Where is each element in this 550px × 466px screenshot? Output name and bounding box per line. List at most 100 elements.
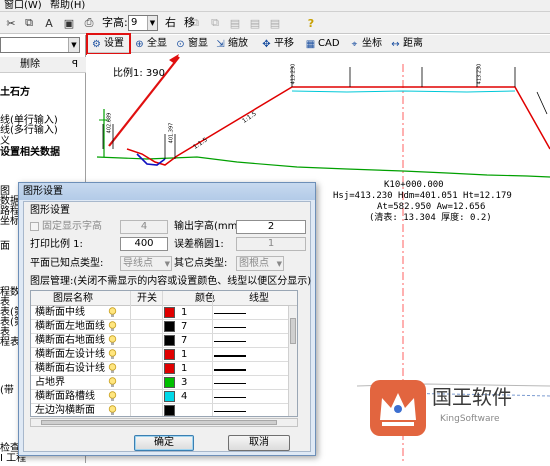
delete-button[interactable]: 删除: [20, 58, 40, 71]
layer-name: 横断面路槽线: [35, 391, 95, 402]
toolbar-label: 距离: [403, 38, 423, 49]
color-swatch[interactable]: [164, 307, 175, 318]
text-icon[interactable]: A: [40, 14, 58, 32]
dialog-body: 图形设置 固定显示字高 4 输出字高(mm) 2 打印比例 1: 400 误差椭…: [23, 201, 311, 452]
toolbar-cad-button[interactable]: ▦ CAD: [305, 37, 340, 51]
lightbulb-icon[interactable]: [108, 335, 117, 346]
elev-label: 402.689: [106, 112, 113, 134]
color-swatch[interactable]: [164, 377, 175, 388]
left-panel-item[interactable]: 设置相关数据: [0, 147, 60, 159]
col-linetype[interactable]: 线型: [249, 292, 269, 305]
other-point-label: 其它点类型:: [174, 258, 228, 269]
copy-icon[interactable]: ⧉: [20, 14, 38, 32]
linetype-sample[interactable]: [214, 327, 246, 328]
chevron-down-icon: ▼: [68, 38, 79, 52]
print-icon[interactable]: ⎙: [80, 14, 98, 32]
layer-row[interactable]: 占地界 3: [31, 376, 289, 390]
col-layer-name[interactable]: 图层名称: [53, 292, 93, 305]
lightbulb-icon[interactable]: [108, 349, 117, 360]
align-right-button[interactable]: 右: [165, 16, 176, 30]
plane-known-select[interactable]: 导线点 ▼: [120, 256, 172, 271]
pin-icon[interactable]: ꟼ: [72, 58, 78, 71]
lightbulb-icon[interactable]: [108, 377, 117, 388]
left-panel-item[interactable]: 土石方: [0, 87, 30, 99]
fontsize-label: 字高:: [102, 16, 128, 29]
color-swatch[interactable]: [164, 363, 175, 374]
elev-label: 413.230: [476, 63, 483, 85]
layer-row[interactable]: 横断面路槽线 4: [31, 390, 289, 404]
layer-table-scrollbar[interactable]: [288, 306, 297, 416]
color-swatch[interactable]: [164, 335, 175, 346]
linetype-sample[interactable]: [214, 313, 246, 314]
toolbar-label: CAD: [318, 38, 340, 49]
settings-highlight-box: [86, 33, 131, 55]
elev-label: 401.397: [168, 122, 175, 144]
lightbulb-icon[interactable]: [108, 405, 117, 416]
linetype-sample[interactable]: [214, 383, 246, 384]
toolbar-zoom-fit-button[interactable]: ⊕ 全显: [134, 37, 167, 51]
color-swatch[interactable]: [164, 391, 175, 402]
doc-disabled-icon: ▤: [229, 16, 241, 30]
toolbar-zoom-button[interactable]: ⇲ 缩放: [215, 37, 248, 51]
print-scale-input[interactable]: 400: [120, 237, 168, 251]
cut-icon[interactable]: ✂: [2, 14, 20, 32]
menu-window[interactable]: 窗口(W): [4, 0, 42, 12]
cancel-button[interactable]: 取消: [228, 435, 290, 451]
linetype-sample[interactable]: [214, 411, 246, 412]
doc2-disabled-icon: ▤: [249, 16, 261, 30]
left-panel-item[interactable]: (带: [0, 385, 14, 397]
layer-name: 横断面中线: [35, 307, 85, 318]
menu-help[interactable]: 帮助(H): [50, 0, 85, 12]
cad-icon: ▦: [305, 38, 316, 50]
plane-known-value: 导线点: [123, 258, 153, 269]
layer-row[interactable]: 横断面左设计线 1: [31, 348, 289, 362]
layer-row[interactable]: 横断面右设计线 1: [31, 362, 289, 376]
layer-row[interactable]: 横断面中线 1: [31, 306, 289, 320]
left-panel-item[interactable]: 面: [0, 241, 10, 253]
lightbulb-icon[interactable]: [108, 391, 117, 402]
lightbulb-icon[interactable]: [108, 321, 117, 332]
color-swatch[interactable]: [164, 321, 175, 332]
left-combo[interactable]: ▼: [0, 37, 80, 53]
linetype-sample[interactable]: [214, 355, 246, 357]
col-switch[interactable]: 开关: [137, 292, 157, 305]
toolbar-label: 全显: [147, 38, 167, 49]
lightbulb-icon[interactable]: [108, 363, 117, 374]
move-button[interactable]: 移: [184, 16, 195, 30]
layer-row[interactable]: 横断面右地面线 7: [31, 334, 289, 348]
error-circle-input[interactable]: 1: [236, 237, 306, 251]
layer-table-hscrollbar[interactable]: [30, 418, 298, 427]
layer-row[interactable]: 左边沟横断面: [31, 404, 289, 416]
main-toolbar: ✂ ⧉ A ▣ ⎙ 字高: ⧉ ⧉ ▤ ▤ ▤ ?: [0, 12, 550, 34]
chevron-down-icon: ▼: [147, 16, 157, 30]
fixed-fontsize-input[interactable]: 4: [120, 220, 168, 234]
fixed-fontsize-checkbox[interactable]: [30, 222, 39, 231]
question-icon[interactable]: ?: [302, 14, 320, 32]
image-icon[interactable]: ▣: [60, 14, 78, 32]
left-panel-item[interactable]: 程表: [0, 337, 20, 349]
lightbulb-icon[interactable]: [108, 307, 117, 318]
linetype-sample[interactable]: [214, 397, 246, 398]
elev-label: 413.230: [290, 63, 297, 85]
layer-table: 图层名称 开关 颜色 线型 横断面中线 1 横断面左地面线 7 横断面右地面线 7 横断面左…: [30, 290, 298, 417]
output-fontsize-input[interactable]: 2: [236, 220, 306, 234]
watermark-sub: KingSoftware: [440, 414, 500, 424]
zoom-icon: ⇲: [216, 38, 225, 50]
chevron-down-icon: ▼: [276, 260, 282, 268]
toolbar-pan-button[interactable]: ✥ 平移: [261, 37, 294, 51]
linetype-sample[interactable]: [214, 369, 246, 371]
toolbar-coordinate-button[interactable]: ⌖ 坐标: [349, 37, 382, 51]
layer-row[interactable]: 横断面左地面线 7: [31, 320, 289, 334]
elevation-ticks: [102, 67, 516, 159]
color-swatch[interactable]: [164, 405, 175, 416]
toolbar-zoom-area-button[interactable]: ⊙ 窗显: [175, 37, 208, 51]
linetype-sample[interactable]: [214, 341, 246, 342]
toolbar-distance-button[interactable]: ↔ 距离: [390, 37, 423, 51]
color-swatch[interactable]: [164, 349, 175, 360]
ok-button[interactable]: 确定: [134, 435, 194, 451]
layer-name: 横断面右设计线: [35, 363, 105, 374]
toolbar-label: 坐标: [362, 38, 382, 49]
other-point-select[interactable]: 图根点 ▼: [236, 256, 284, 271]
fontsize-select[interactable]: 9 ▼: [128, 15, 158, 31]
menu-bar: 窗口(W) 帮助(H): [0, 0, 550, 12]
